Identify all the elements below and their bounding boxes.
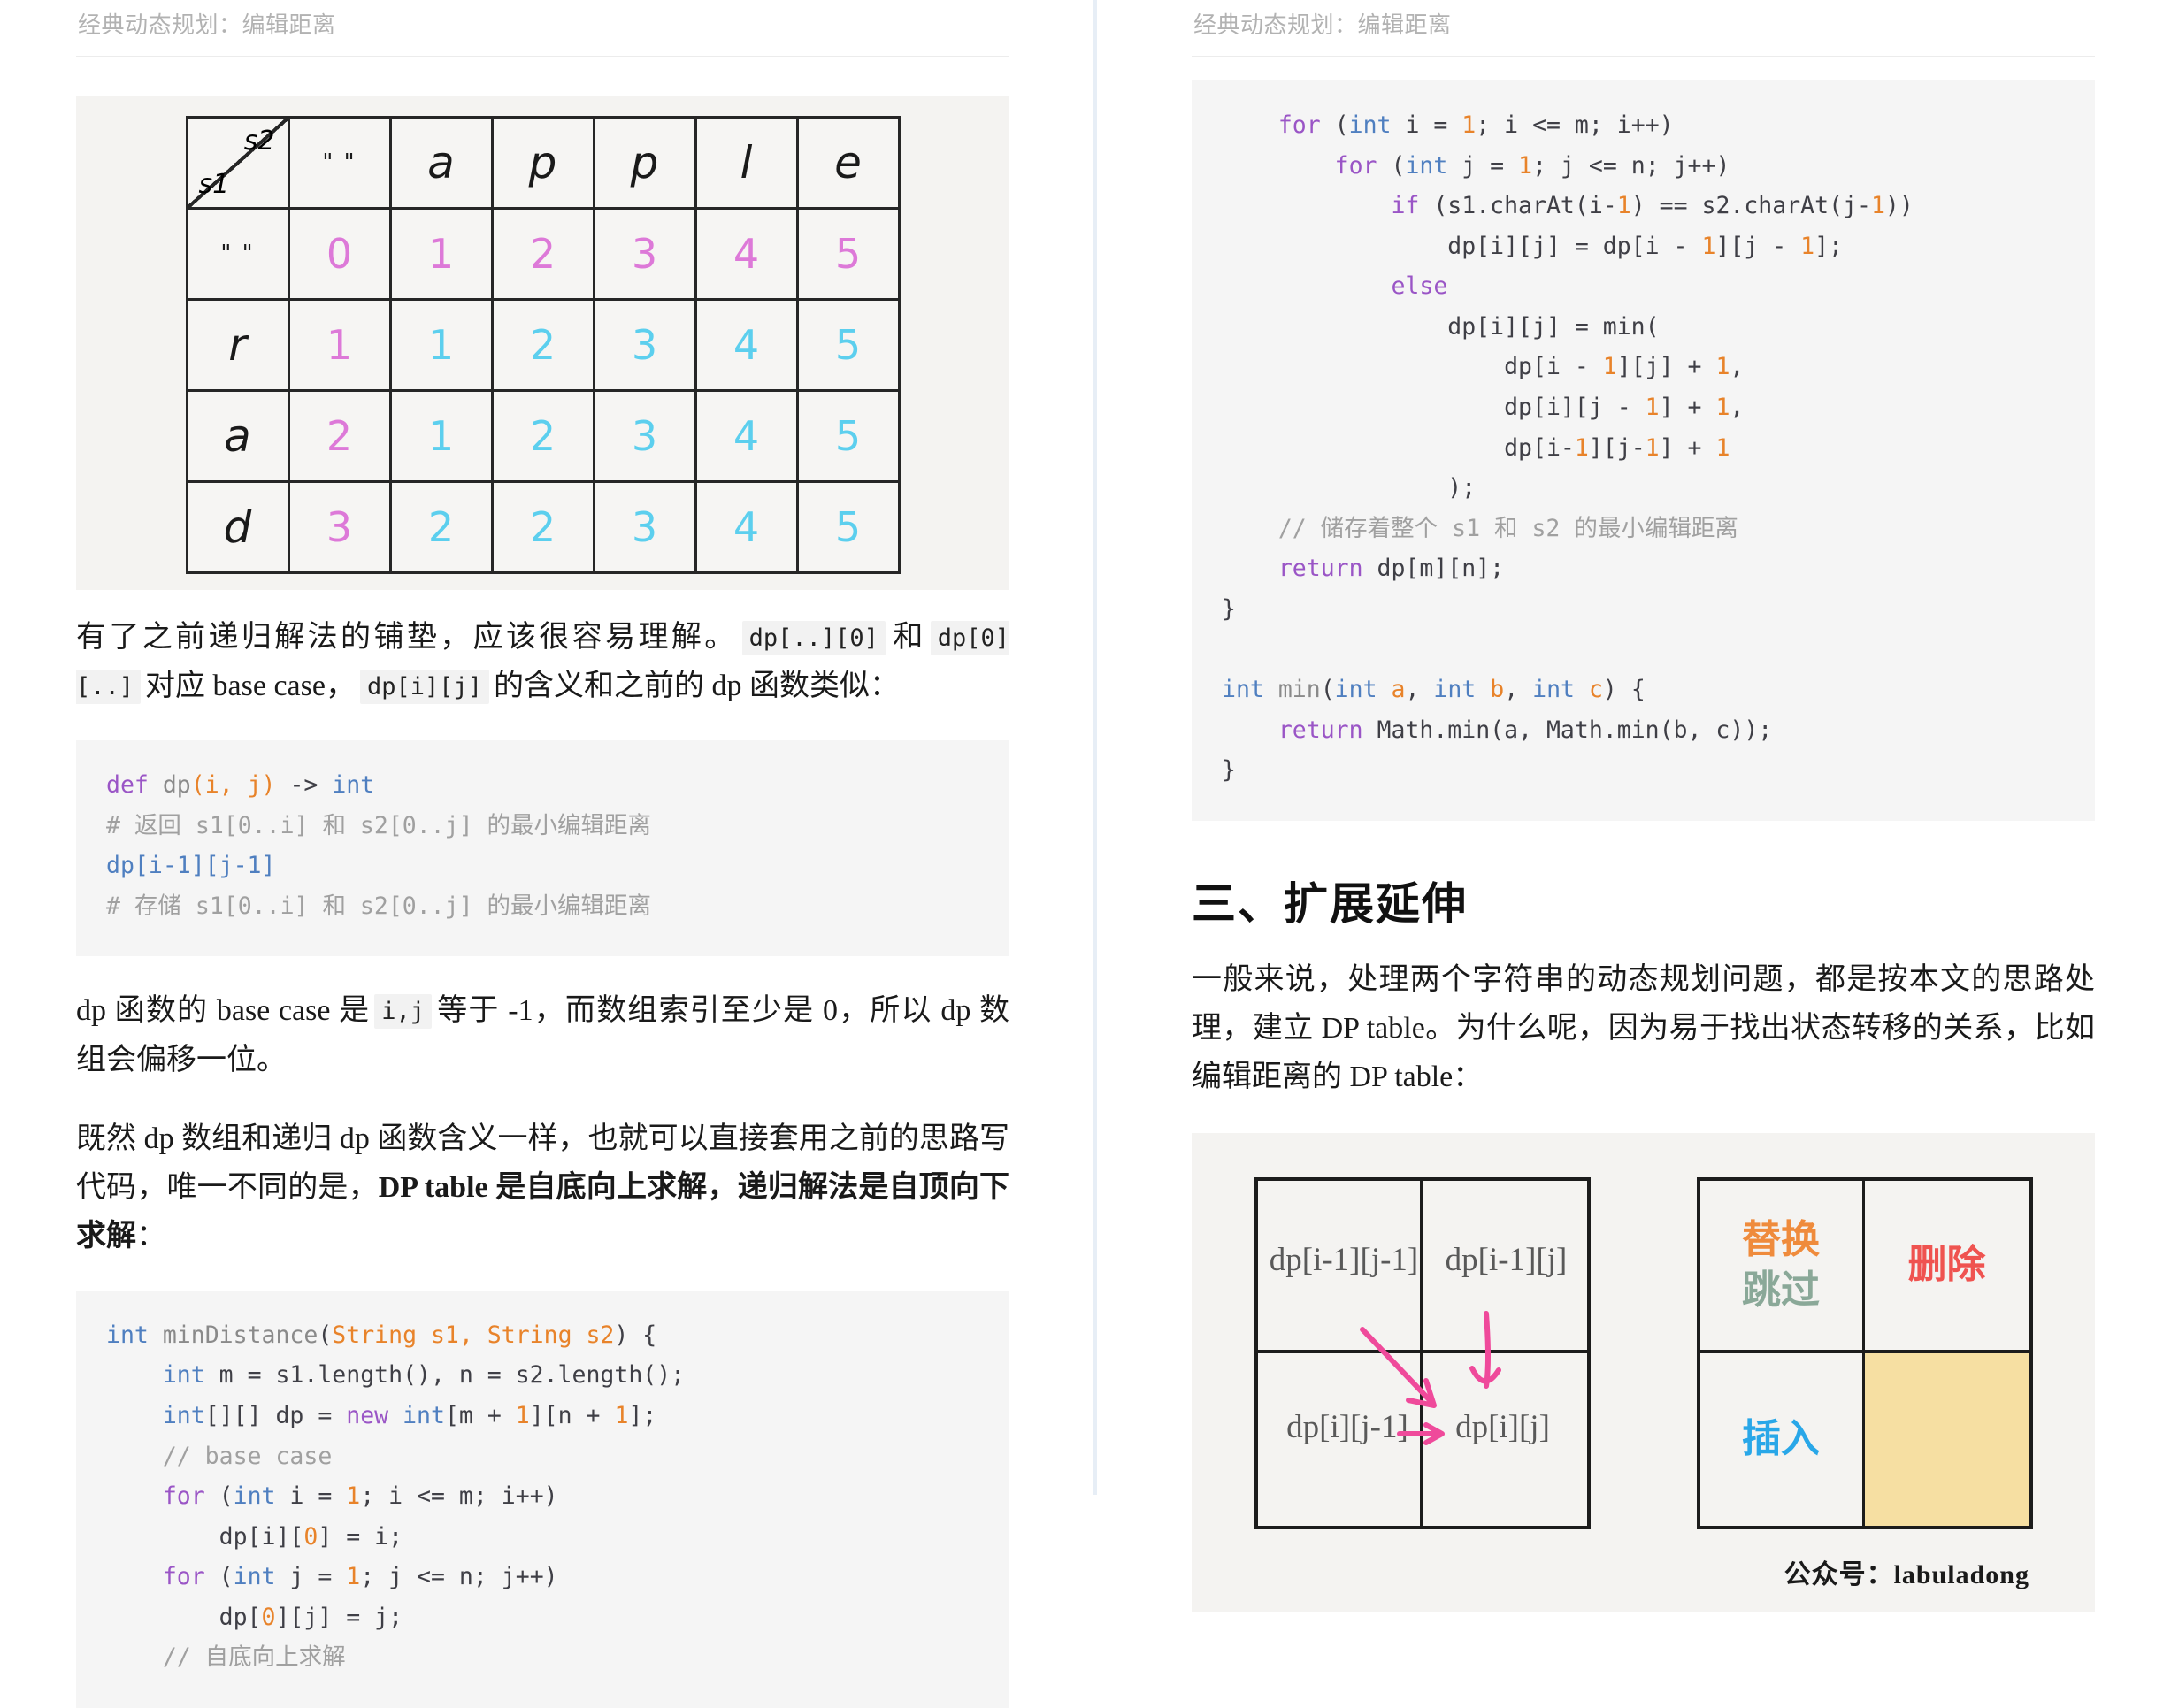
paragraph-offset: dp 函数的 base case 是 i,j 等于 -1，而数组索引至少是 0，所以… (76, 986, 1009, 1084)
dp-row-header: r (185, 298, 290, 392)
running-header-title: 经典动态规划：编辑距离 (78, 11, 336, 38)
dp-col-header: a (388, 116, 494, 210)
dp-row-header: a (185, 389, 290, 483)
dp-col-header: l (694, 116, 799, 210)
dp-cell: 4 (694, 389, 799, 483)
running-header-left: 经典动态规划：编辑距离 (76, 0, 1009, 57)
dp-cell: 1 (388, 207, 494, 301)
paragraph-bottom-up: 既然 dp 数组和递归 dp 函数含义一样，也就可以直接套用之前的思路写代码，唯… (76, 1114, 1009, 1260)
dp-table-figure: s2 s1 " " a p p l e " " 0 1 2 3 4 5 r 1 1 2 3 4 5 a 2 1 2 3 4 5 d 3 2 2 3… (76, 96, 1009, 590)
code-block-mindistance-cont: for (int i = 1; i <= m; i++) for (int j … (1192, 80, 2095, 821)
dp-cell: 5 (795, 480, 901, 574)
dp-cell: 1 (287, 298, 392, 392)
op-label-skip: 跳过 (1742, 1268, 1820, 1312)
dp-col-header: p (592, 116, 697, 210)
dp-cell: 3 (592, 298, 697, 392)
code-block-mindistance: int minDistance(String s1, String s2) { … (76, 1290, 1009, 1708)
para1-text-2: 和 (889, 621, 926, 654)
op-cell-replace-skip: 替换 跳过 (1699, 1181, 1865, 1354)
dp-label-i1-j1: dp[i-1][j-1] (1269, 1242, 1419, 1279)
dp-label-i1-j: dp[i-1][j] (1445, 1242, 1568, 1279)
operation-legend-grid: 替换 跳过 删除 插入 (1696, 1177, 2033, 1530)
header-divider-rule (76, 56, 1009, 57)
para2-text-1: dp 函数的 base case 是 (76, 994, 371, 1028)
dp-cell: 5 (795, 389, 901, 483)
running-header-title-right: 经典动态规划：编辑距离 (1193, 11, 1452, 38)
para1-text-1: 有了之前递归解法的铺垫，应该很容易理解。 (76, 621, 738, 654)
dp-table: s2 s1 " " a p p l e " " 0 1 2 3 4 5 r 1 1 2 3 4 5 a 2 1 2 3 4 5 d 3 2 2 3… (185, 116, 901, 574)
paragraph-extension: 一般来说，处理两个字符串的动态规划问题，都是按本文的思路处理，建立 DP tab… (1192, 962, 2095, 1093)
dp-table-row: r112345 (185, 298, 901, 392)
dp-label-i-j1: dp[i][j-1] (1286, 1409, 1408, 1446)
grid-cell-top-left: dp[i-1][j-1] (1257, 1181, 1423, 1354)
dp-cell: 3 (592, 480, 697, 574)
dp-col-header: p (490, 116, 595, 210)
running-header-right: 经典动态规划：编辑距离 (1192, 0, 2095, 57)
dp-cell: 0 (287, 207, 392, 301)
two-column-page: 经典动态规划：编辑距离 s2 s1 " " a p p l e " " 0 1 2 3 4 5 r 1 1 2 3 4 5… (0, 0, 2171, 1708)
grid-cell-bottom-right: dp[i][j] (1423, 1353, 1587, 1526)
state-transition-diagram: dp[i-1][j-1] dp[i-1][j] dp[i][j-1] dp[i]… (1192, 1133, 2095, 1613)
dp-table-header-row: s2 s1 " " a p p l e (185, 116, 901, 210)
dp-table-wrap: s2 s1 " " a p p l e " " 0 1 2 3 4 5 r 1 1 2 3 4 5 a 2 1 2 3 4 5 d 3 2 2 3… (76, 96, 1009, 590)
header-divider-rule-right (1192, 56, 2095, 57)
op-label-insert: 插入 (1742, 1417, 1820, 1461)
dp-cell: 1 (388, 389, 494, 483)
dp-row-header: d (185, 480, 290, 574)
op-cell-target-highlight (1864, 1353, 2029, 1527)
dp-cell: 4 (694, 480, 799, 574)
dp-col-header: e (795, 116, 901, 210)
paragraph-base-case: 有了之前递归解法的铺垫，应该很容易理解。 dp[..][0] 和 dp[0][..] 对… (76, 613, 1009, 710)
para3-text-2: ： (136, 1219, 166, 1252)
dp-cell: 3 (592, 389, 697, 483)
op-label-replace: 替换 (1742, 1218, 1820, 1262)
watermark-credit: 公众号：labuladong (1784, 1560, 2029, 1590)
para1-text-3: 对应 base case， (145, 670, 356, 703)
dp-cell: 2 (388, 480, 494, 574)
dp-cell-relation-grid: dp[i-1][j-1] dp[i-1][j] dp[i][j-1] dp[i]… (1254, 1177, 1591, 1530)
op-cell-delete: 删除 (1864, 1181, 2029, 1354)
dp-table-row: d322345 (185, 480, 901, 574)
dp-cell: 4 (694, 207, 799, 301)
corner-label-s1: s1 (198, 169, 230, 200)
dp-cell: 2 (490, 480, 595, 574)
dp-cell: 3 (592, 207, 697, 301)
inline-code-ij: i,j (374, 994, 433, 1030)
dp-cell: 4 (694, 298, 799, 392)
dp-cell: 3 (287, 480, 392, 574)
dp-table-row: a212345 (185, 389, 901, 483)
dp-label-i-j: dp[i][j] (1455, 1409, 1550, 1446)
dp-cell: 2 (490, 298, 595, 392)
op-label-delete: 删除 (1907, 1243, 1986, 1287)
grid-cell-top-right: dp[i-1][j] (1422, 1181, 1587, 1354)
dp-col-header: " " (287, 116, 392, 210)
para1-text-4: 的含义和之前的 dp 函数类似： (494, 670, 900, 703)
corner-label-s2: s2 (243, 126, 275, 157)
diagram-row: dp[i-1][j-1] dp[i-1][j] dp[i][j-1] dp[i]… (1227, 1177, 2060, 1530)
dp-cell: 5 (795, 207, 901, 301)
inline-code-dp-col0: dp[..][0] (741, 621, 886, 655)
inline-code-dp-ij: dp[i][j] (359, 670, 489, 705)
left-page-column: 经典动态规划：编辑距离 s2 s1 " " a p p l e " " 0 1 2 3 4 5 r 1 1 2 3 4 5… (0, 0, 1086, 1708)
dp-cell: 1 (388, 298, 494, 392)
dp-table-row: " " 0 1 2 3 4 5 (185, 207, 901, 301)
dp-table-corner-cell: s2 s1 (185, 116, 290, 210)
dp-cell: 2 (490, 389, 595, 483)
dp-cell: 5 (795, 298, 901, 392)
grid-cell-bottom-left: dp[i][j-1] (1258, 1353, 1423, 1527)
section-heading-extension: 三、扩展延伸 (1192, 878, 1468, 929)
dp-cell: 2 (287, 389, 392, 483)
code-block-dp-pseudocode: def dp(i, j) -> int # 返回 s1[0..i] 和 s2[0… (76, 740, 1009, 957)
dp-row-header: " " (185, 207, 290, 301)
op-cell-insert: 插入 (1700, 1353, 1865, 1527)
right-page-column: 经典动态规划：编辑距离 for (int i = 1; i <= m; i++)… (1086, 0, 2171, 1613)
dp-cell: 2 (490, 207, 595, 301)
